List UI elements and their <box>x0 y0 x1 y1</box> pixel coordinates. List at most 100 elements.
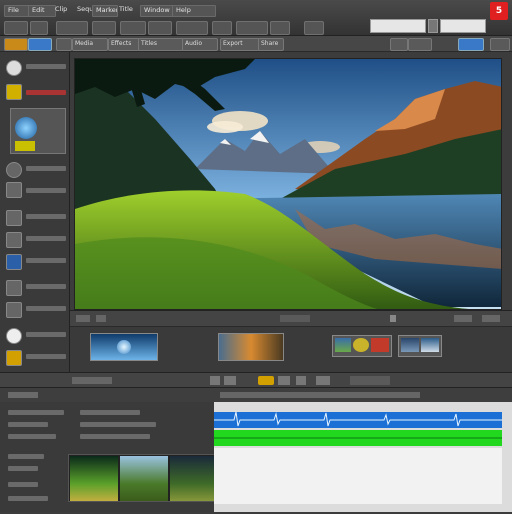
render-button[interactable] <box>176 21 208 35</box>
render-icon[interactable] <box>458 38 484 51</box>
timeline-header <box>0 388 512 402</box>
marker-control[interactable] <box>390 315 396 322</box>
track-header-v1[interactable] <box>8 410 64 415</box>
menu-clip[interactable]: Clip <box>52 5 76 15</box>
workspace-button[interactable] <box>56 21 88 35</box>
fullscreen-icon[interactable] <box>390 38 408 51</box>
track-header-a1[interactable] <box>8 434 56 439</box>
star-icon[interactable] <box>6 350 22 366</box>
scissors-icon[interactable] <box>6 280 22 296</box>
clip-thumb-3a <box>335 338 351 352</box>
menu-markers[interactable]: Markers <box>92 5 118 17</box>
clip-thumb-1[interactable] <box>90 333 158 361</box>
menu-window[interactable]: Window <box>140 5 176 17</box>
app-icon[interactable] <box>4 38 28 51</box>
camera-icon[interactable] <box>6 60 22 76</box>
play-button[interactable] <box>258 376 274 385</box>
mark-button[interactable] <box>316 376 330 385</box>
track-header-a3[interactable] <box>8 466 38 471</box>
rewind-button[interactable] <box>210 376 220 385</box>
playback-controls[interactable] <box>350 376 390 385</box>
grid-icon[interactable] <box>408 38 432 51</box>
dropdown-toggle[interactable] <box>428 19 438 33</box>
audio-button[interactable]: Audio <box>182 38 218 51</box>
volume-control[interactable] <box>482 315 500 322</box>
clip-thumb-2[interactable] <box>218 333 284 361</box>
clip-filmstrip <box>70 326 512 372</box>
clip-thumb-3c <box>371 338 389 352</box>
track-control-a1[interactable] <box>80 434 150 439</box>
undo-button[interactable] <box>304 21 324 35</box>
highlight-icon[interactable] <box>6 84 22 100</box>
timeline-clip-2[interactable] <box>120 456 168 501</box>
mode-button[interactable] <box>4 21 28 35</box>
track-control-v2[interactable] <box>80 422 156 427</box>
loop-control[interactable] <box>454 315 472 322</box>
record-icon[interactable] <box>6 162 22 178</box>
layers-label <box>26 214 66 219</box>
effects-button[interactable]: Effects <box>108 38 140 51</box>
menu-title[interactable]: Title <box>116 5 142 15</box>
track-header-a2[interactable] <box>8 454 44 459</box>
camera-label <box>26 64 66 69</box>
scrub-control[interactable] <box>280 315 310 322</box>
track-header-a4[interactable] <box>8 482 38 487</box>
step-back-button[interactable] <box>224 376 236 385</box>
scissors-label <box>26 284 66 289</box>
folder-label <box>26 236 66 241</box>
track-control-v1[interactable] <box>80 410 140 415</box>
clip-thumb-3b <box>353 338 369 352</box>
options-button[interactable] <box>212 21 232 35</box>
panel-button[interactable] <box>120 21 146 35</box>
menu-sequence[interactable]: Sequence <box>74 5 94 15</box>
info-label <box>26 332 66 337</box>
settings-button[interactable] <box>270 21 290 35</box>
import-button[interactable] <box>28 38 52 51</box>
document-icon[interactable] <box>6 254 22 270</box>
close-panel-icon[interactable] <box>490 38 510 51</box>
preview-thumb[interactable] <box>10 108 66 154</box>
media-button[interactable]: Media <box>72 38 108 51</box>
link-icon[interactable] <box>56 38 72 51</box>
preview-button[interactable] <box>236 21 268 35</box>
audio-icon[interactable] <box>6 302 22 318</box>
zoom-field[interactable] <box>440 19 486 33</box>
clip-group-3[interactable] <box>332 335 392 357</box>
stop-control[interactable] <box>96 315 106 322</box>
folder-icon[interactable] <box>6 232 22 248</box>
track-header-v2[interactable] <box>8 422 48 427</box>
menu-file[interactable]: File <box>4 5 30 17</box>
layers-icon[interactable] <box>6 210 22 226</box>
layout-button[interactable] <box>92 21 116 35</box>
play-control[interactable] <box>76 315 90 322</box>
landscape-frame <box>75 59 501 309</box>
tools-button[interactable] <box>148 21 172 35</box>
export-button[interactable]: Export <box>220 38 260 51</box>
settings-label <box>26 188 66 193</box>
audio-label <box>26 306 66 311</box>
timeline-ruler[interactable] <box>220 392 420 398</box>
notification-badge[interactable]: 5 <box>490 2 508 20</box>
video-preview-viewer[interactable] <box>74 58 502 310</box>
timeline-clip-3[interactable] <box>170 456 215 501</box>
clip-group-4[interactable] <box>398 335 442 357</box>
globe-icon <box>117 340 131 354</box>
timeline-video-clips[interactable] <box>68 454 216 502</box>
settings-icon[interactable] <box>6 182 22 198</box>
track-header-a5[interactable] <box>8 496 48 501</box>
timeline-clip-1[interactable] <box>70 456 118 501</box>
step-forward-button[interactable] <box>278 376 290 385</box>
timecode-field[interactable] <box>370 19 426 33</box>
share-button[interactable]: Share <box>258 38 284 51</box>
timeline-tracks-area[interactable] <box>214 402 512 512</box>
view-button[interactable] <box>30 21 48 35</box>
menu-help[interactable]: Help <box>172 5 216 17</box>
menu-extra <box>212 5 278 15</box>
audio-waveforms <box>214 411 502 504</box>
star-label <box>26 354 66 359</box>
info-icon[interactable] <box>6 328 22 344</box>
titles-button[interactable]: Titles <box>138 38 184 51</box>
fast-forward-button[interactable] <box>296 376 306 385</box>
globe-icon <box>15 117 37 139</box>
viewer-controls <box>70 310 512 326</box>
